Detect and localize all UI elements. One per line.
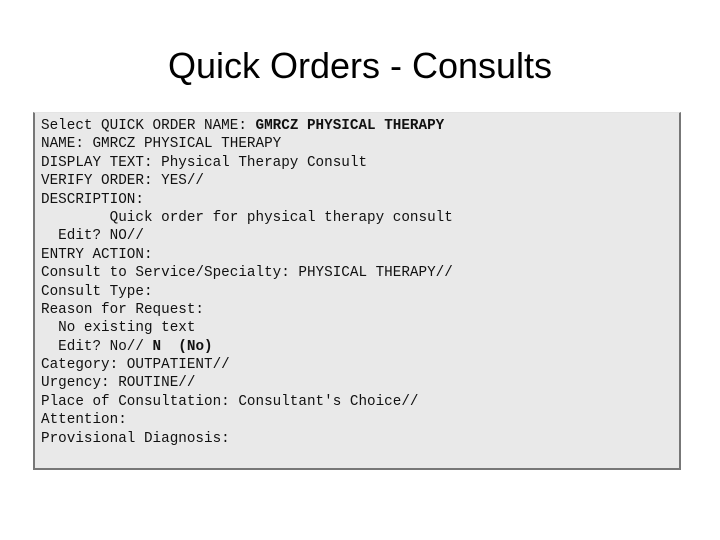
terminal-line: DISPLAY TEXT: Physical Therapy Consult: [41, 154, 679, 172]
terminal-line-text: Consult Type:: [41, 283, 153, 300]
terminal-line: ENTRY ACTION:: [41, 246, 679, 264]
terminal-line: Category: OUTPATIENT//: [41, 356, 679, 374]
terminal-line-text: No existing text: [41, 320, 196, 337]
terminal-line: Quick order for physical therapy consult: [41, 209, 679, 227]
terminal-line: Edit? No// N (No): [41, 338, 679, 356]
terminal-line: Attention:: [41, 411, 679, 429]
terminal-line-text: Place of Consultation: Consultant's Choi…: [41, 393, 419, 410]
terminal-line: Reason for Request:: [41, 301, 679, 319]
terminal-line-emphasis: N (No): [152, 338, 213, 355]
terminal-line: Edit? NO//: [41, 227, 679, 245]
terminal-line-emphasis: GMRCZ PHYSICAL THERAPY: [255, 118, 445, 134]
terminal-line-text: Category: OUTPATIENT//: [41, 357, 230, 374]
terminal-line: Place of Consultation: Consultant's Choi…: [41, 393, 679, 411]
terminal-line-text: Reason for Request:: [41, 301, 205, 318]
terminal-line-text: DESCRIPTION:: [41, 191, 144, 208]
terminal-line: DESCRIPTION:: [41, 191, 679, 209]
terminal-line-text: Urgency: ROUTINE//: [41, 375, 196, 392]
terminal-line: VERIFY ORDER: YES//: [41, 172, 679, 190]
terminal-line-text: DISPLAY TEXT: Physical Therapy Consult: [41, 154, 368, 171]
terminal-line-text: Edit? NO//: [41, 228, 144, 245]
terminal-line-text: VERIFY ORDER: YES//: [41, 173, 205, 190]
terminal-line-text: Select QUICK ORDER NAME:: [41, 118, 256, 134]
terminal-line-text: Attention:: [41, 412, 127, 429]
terminal-line: Select QUICK ORDER NAME: GMRCZ PHYSICAL …: [41, 117, 679, 135]
terminal-line: NAME: GMRCZ PHYSICAL THERAPY: [41, 135, 679, 153]
terminal-line: Urgency: ROUTINE//: [41, 374, 679, 392]
terminal-line: No existing text: [41, 319, 679, 337]
slide-canvas: Quick Orders - Consults Select QUICK ORD…: [0, 0, 720, 540]
terminal-line-text: Edit? No//: [41, 338, 153, 355]
page-title: Quick Orders - Consults: [167, 45, 553, 86]
terminal-line-list: Select QUICK ORDER NAME: GMRCZ PHYSICAL …: [41, 117, 679, 448]
terminal-line: Consult to Service/Specialty: PHYSICAL T…: [41, 264, 679, 282]
terminal-line: Provisional Diagnosis:: [41, 430, 679, 448]
terminal-line-text: NAME: GMRCZ PHYSICAL THERAPY: [41, 136, 282, 153]
terminal-line: Consult Type:: [41, 283, 679, 301]
terminal-line-text: Provisional Diagnosis:: [41, 430, 230, 447]
terminal-transcript-panel: Select QUICK ORDER NAME: GMRCZ PHYSICAL …: [33, 112, 681, 470]
terminal-line-text: ENTRY ACTION:: [41, 246, 153, 263]
terminal-line-text: Quick order for physical therapy consult: [41, 209, 453, 226]
terminal-line-text: Consult to Service/Specialty: PHYSICAL T…: [41, 265, 453, 282]
